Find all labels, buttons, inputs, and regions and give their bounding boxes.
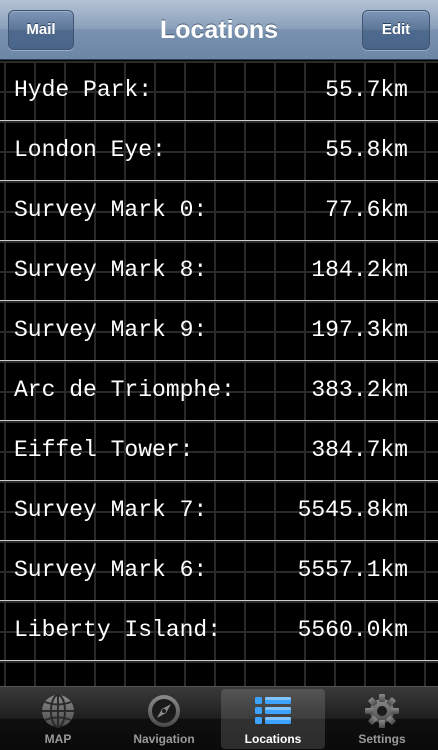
list-icon	[255, 697, 291, 724]
location-name: London Eye:	[14, 137, 166, 163]
edit-button[interactable]: Edit	[362, 10, 430, 50]
tab-locations[interactable]: Locations	[221, 689, 325, 749]
location-distance: 384.7km	[311, 437, 408, 463]
location-distance: 5560.0km	[297, 617, 408, 643]
list-item[interactable]: Eiffel Tower: 384.7km	[0, 421, 438, 481]
location-name: Eiffel Tower:	[14, 437, 194, 463]
location-distance: 5545.8km	[297, 497, 408, 523]
location-distance: 55.8km	[325, 137, 408, 163]
list-item[interactable]: Survey Mark 9: 197.3km	[0, 301, 438, 361]
tab-bar: MAP Navigation Locations Settings	[0, 686, 438, 750]
list-item[interactable]: Survey Mark 0: 77.6km	[0, 181, 438, 241]
location-distance: 5557.1km	[297, 557, 408, 583]
location-distance: 55.7km	[325, 77, 408, 103]
location-name: Arc de Triomphe:	[14, 377, 235, 403]
compass-icon	[148, 695, 180, 727]
gear-icon	[365, 694, 399, 728]
tab-navigation[interactable]: Navigation	[112, 689, 216, 749]
location-name: Hyde Park:	[14, 77, 153, 103]
list-item[interactable]: Hyde Park: 55.7km	[0, 61, 438, 121]
list-item[interactable]: Liberty Island: 5560.0km	[0, 601, 438, 661]
list-item[interactable]: Arc de Triomphe: 383.2km	[0, 361, 438, 421]
navigation-bar: Mail Locations Edit	[0, 0, 438, 60]
locations-list[interactable]: Hyde Park: 55.7km London Eye: 55.8km Sur…	[0, 61, 438, 686]
tab-label: MAP	[44, 732, 72, 746]
tab-map[interactable]: MAP	[6, 689, 110, 749]
list-item[interactable]: Survey Mark 8: 184.2km	[0, 241, 438, 301]
list-item[interactable]: Survey Mark 6: 5557.1km	[0, 541, 438, 601]
location-name: Survey Mark 6:	[14, 557, 208, 583]
location-distance: 77.6km	[325, 197, 408, 223]
location-distance: 383.2km	[311, 377, 408, 403]
tab-settings[interactable]: Settings	[330, 689, 434, 749]
tab-label: Locations	[244, 732, 302, 746]
location-name: Survey Mark 0:	[14, 197, 208, 223]
tab-label: Navigation	[133, 732, 195, 746]
tab-label: Settings	[358, 732, 406, 746]
list-item[interactable]: London Eye: 55.8km	[0, 121, 438, 181]
location-distance: 197.3km	[311, 317, 408, 343]
list-item[interactable]: Survey Mark 7: 5545.8km	[0, 481, 438, 541]
location-name: Liberty Island:	[14, 617, 222, 643]
list-item-empty	[0, 661, 438, 686]
location-name: Survey Mark 9:	[14, 317, 208, 343]
location-name: Survey Mark 7:	[14, 497, 208, 523]
location-distance: 184.2km	[311, 257, 408, 283]
globe-icon	[42, 694, 74, 728]
location-name: Survey Mark 8:	[14, 257, 208, 283]
